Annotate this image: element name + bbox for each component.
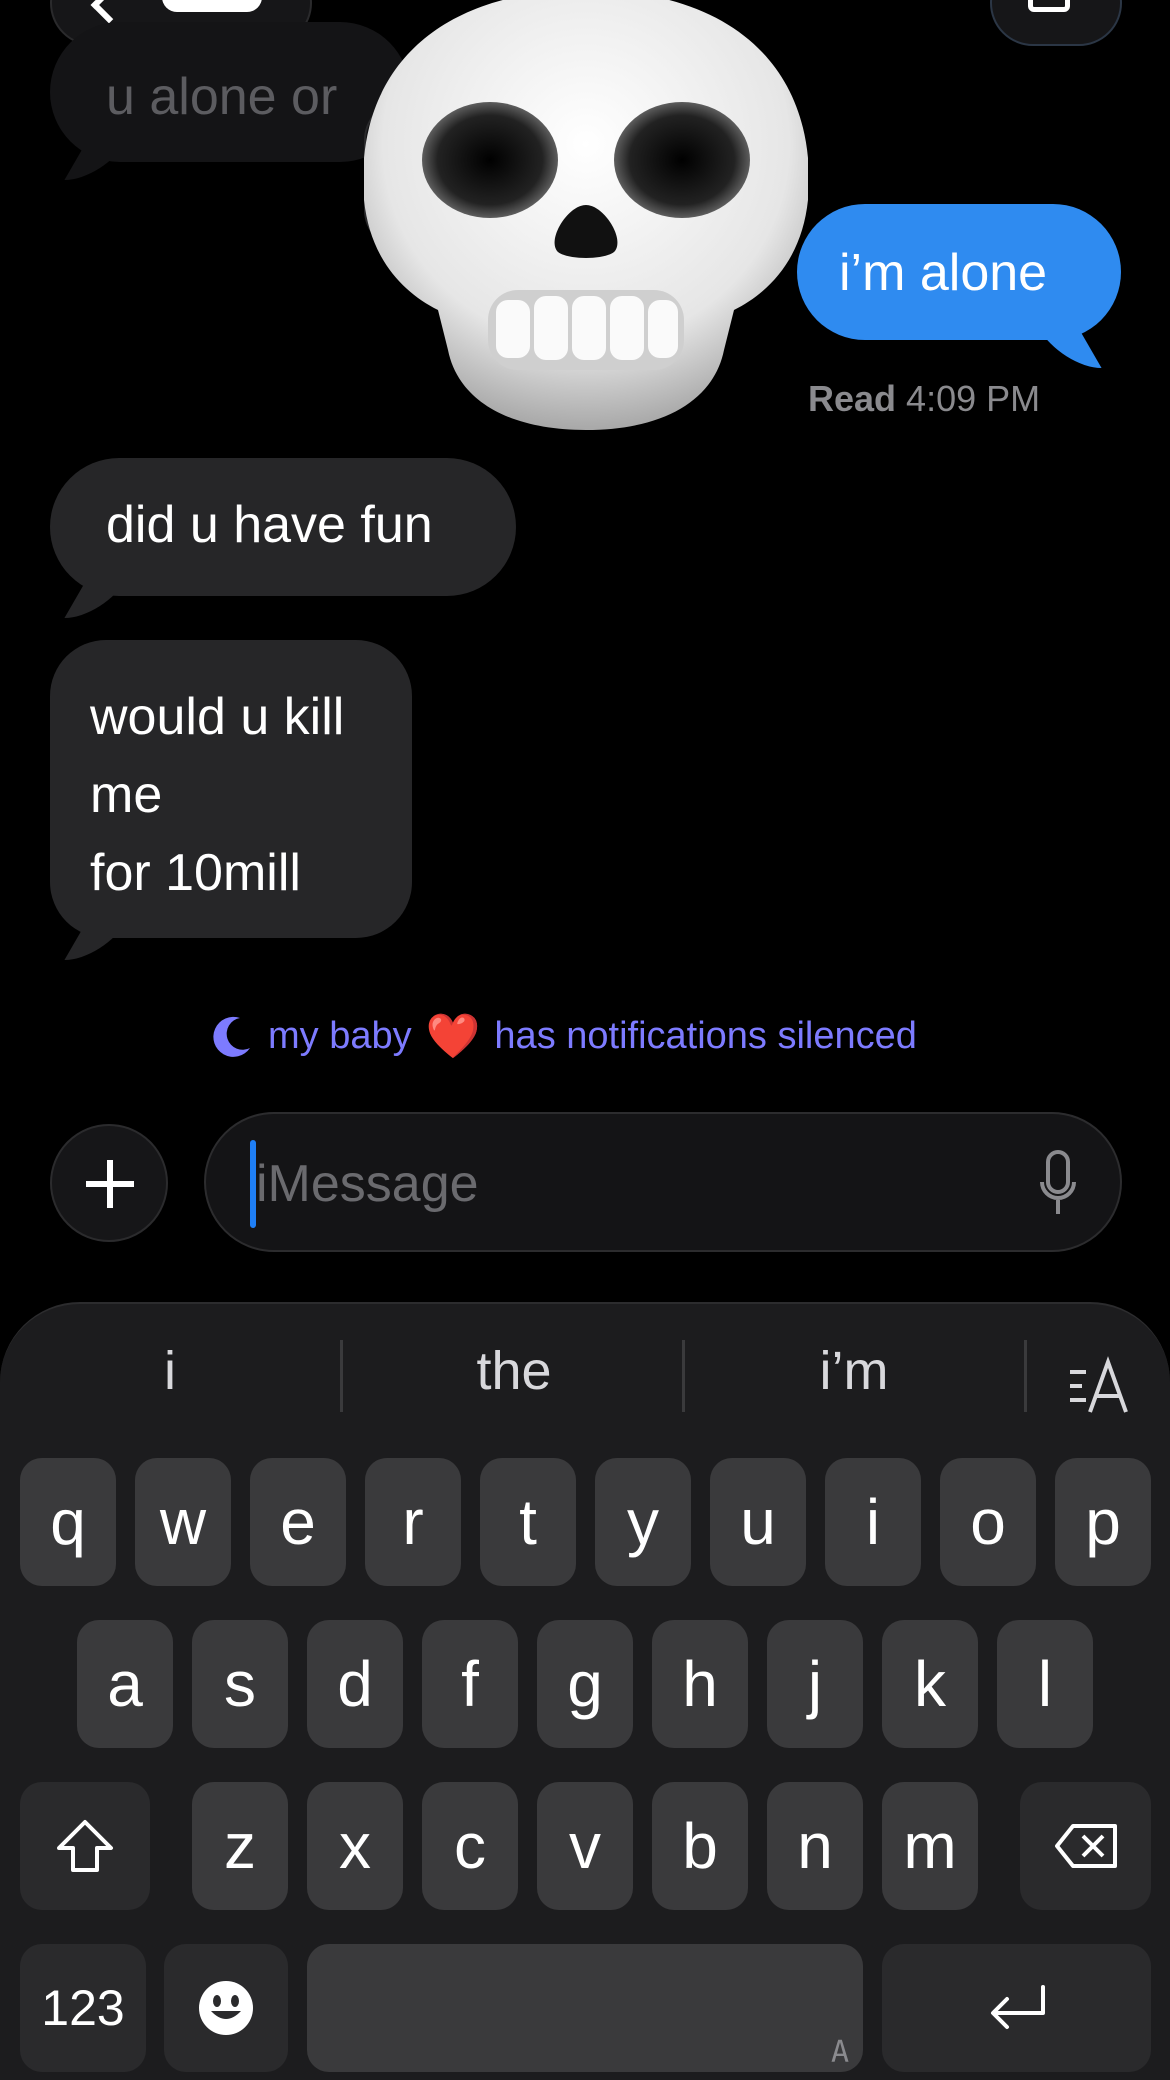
bubble-tail [1038, 328, 1102, 368]
contact-name-pill[interactable] [162, 0, 262, 12]
key-b[interactable]: b [652, 1782, 748, 1910]
message-input[interactable] [256, 1144, 1016, 1224]
facetime-button[interactable] [990, 0, 1122, 46]
key-z[interactable]: z [192, 1782, 288, 1910]
key-v[interactable]: v [537, 1782, 633, 1910]
key-r[interactable]: r [365, 1458, 461, 1586]
shift-arrow-icon [57, 1820, 113, 1872]
suggestion-divider [682, 1340, 685, 1412]
numbers-key[interactable]: 123 [20, 1944, 146, 2072]
add-attachment-button[interactable] [50, 1124, 168, 1242]
backspace-icon [1054, 1824, 1117, 1868]
read-time: 4:09 PM [906, 378, 1041, 419]
focus-status-notice: my baby ❤️ has notifications silenced [210, 1010, 917, 1062]
suggestion[interactable]: i [100, 1340, 240, 1410]
key-g[interactable]: g [537, 1620, 633, 1748]
key-i[interactable]: i [825, 1458, 921, 1586]
suggestion[interactable]: the [414, 1340, 614, 1410]
contact-name: my baby [268, 1014, 412, 1057]
emoji-key[interactable] [164, 1944, 288, 2072]
video-camera-icon [1028, 0, 1070, 12]
key-w[interactable]: w [135, 1458, 231, 1586]
key-q[interactable]: q [20, 1458, 116, 1586]
skull-emoji-sticker[interactable] [364, 0, 808, 430]
chevron-left-icon [90, 0, 128, 24]
message-text: did u have fun [106, 496, 433, 554]
message-text: i’m alone [839, 244, 1048, 302]
key-o[interactable]: o [940, 1458, 1036, 1586]
heart-emoji: ❤️ [425, 1012, 481, 1061]
suggestion-divider [340, 1340, 343, 1412]
key-u[interactable]: u [710, 1458, 806, 1586]
key-x[interactable]: x [307, 1782, 403, 1910]
message-input-container[interactable] [204, 1112, 1122, 1252]
bubble-tail [64, 578, 128, 618]
key-d[interactable]: d [307, 1620, 403, 1748]
delete-key[interactable] [1020, 1782, 1151, 1910]
key-s[interactable]: s [192, 1620, 288, 1748]
return-key[interactable] [882, 1944, 1151, 2072]
key-a[interactable]: a [77, 1620, 173, 1748]
key-l[interactable]: l [997, 1620, 1093, 1748]
text-format-icon[interactable] [1066, 1356, 1130, 1416]
key-e[interactable]: e [250, 1458, 346, 1586]
key-n[interactable]: n [767, 1782, 863, 1910]
key-h[interactable]: h [652, 1620, 748, 1748]
message-text: u alone or [106, 68, 338, 126]
microphone-icon[interactable] [1038, 1148, 1078, 1224]
key-p[interactable]: p [1055, 1458, 1151, 1586]
moon-icon [213, 1016, 250, 1057]
message-bubble-incoming[interactable]: did u have fun [50, 458, 516, 596]
key-y[interactable]: y [595, 1458, 691, 1586]
suggestion-divider [1024, 1340, 1027, 1412]
read-label: Read [808, 378, 897, 419]
silenced-text: has notifications silenced [494, 1014, 917, 1057]
shift-key[interactable] [20, 1782, 150, 1910]
space-key[interactable]: A [307, 1944, 863, 2072]
message-line: would u kill [90, 688, 345, 746]
return-arrow-icon [990, 1985, 1045, 2029]
smiley-icon [199, 1981, 253, 2035]
key-t[interactable]: t [480, 1458, 576, 1586]
message-bubble-incoming[interactable]: would u kill me for 10mill [50, 640, 412, 938]
suggestion[interactable]: i’m [754, 1340, 954, 1410]
message-line: me [90, 766, 163, 824]
key-m[interactable]: m [882, 1782, 978, 1910]
key-j[interactable]: j [767, 1620, 863, 1748]
message-bubble-outgoing[interactable]: i’m alone [797, 204, 1121, 340]
key-k[interactable]: k [882, 1620, 978, 1748]
key-f[interactable]: f [422, 1620, 518, 1748]
key-c[interactable]: c [422, 1782, 518, 1910]
message-line: for 10mill [90, 844, 301, 902]
space-key-hint: A [830, 2035, 849, 2070]
read-receipt: Read 4:09 PM [808, 378, 1040, 420]
